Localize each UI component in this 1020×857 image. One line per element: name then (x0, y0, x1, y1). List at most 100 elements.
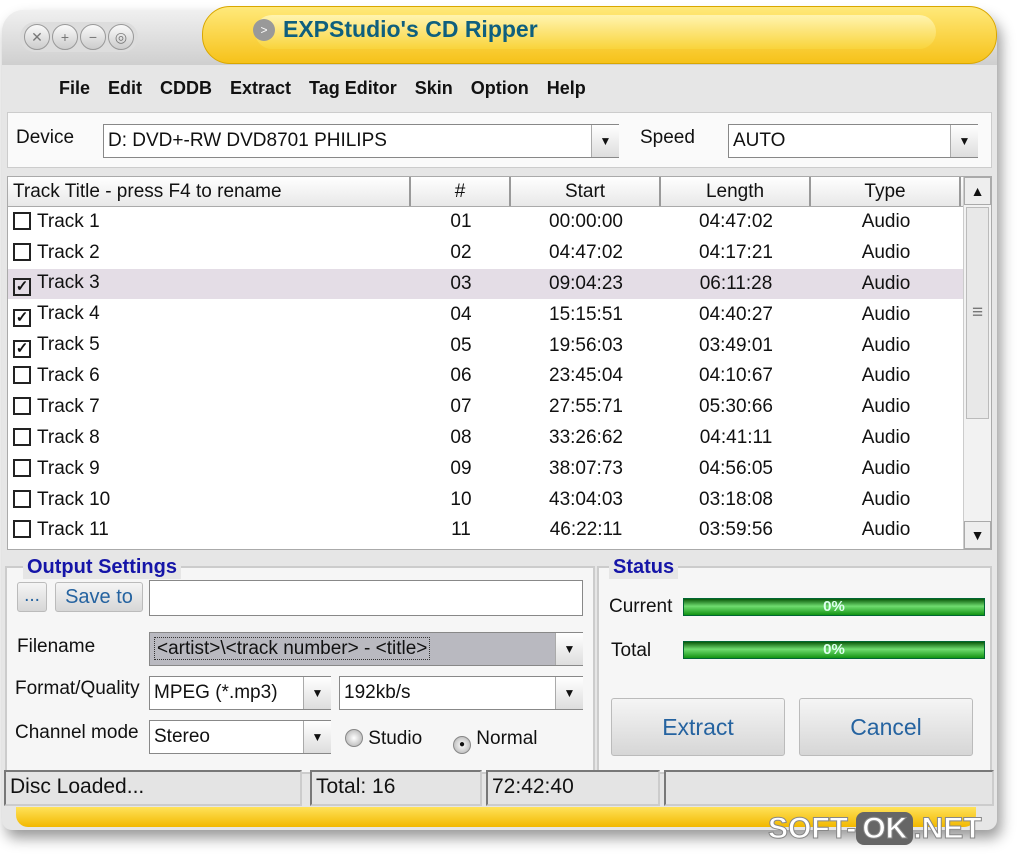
menu-skin[interactable]: Skin (406, 78, 462, 99)
scroll-thumb[interactable]: ≡ (966, 207, 989, 419)
track-length: 04:40:27 (699, 303, 773, 325)
chevron-down-icon[interactable]: ▼ (591, 125, 619, 157)
filename-value: <artist>\<track number> - <title> (154, 637, 431, 660)
track-number: 02 (450, 242, 472, 264)
table-row[interactable]: Track 8 08 33:26:62 04:41:11 Audio (8, 423, 991, 454)
status-title: Status (609, 556, 679, 579)
checkbox-icon[interactable] (13, 489, 31, 508)
chevron-down-icon[interactable]: ▼ (555, 677, 583, 709)
maximize-icon[interactable]: + (52, 24, 78, 50)
track-type: Audio (861, 242, 911, 264)
chevron-down-icon[interactable]: ▼ (303, 721, 331, 753)
table-header: Track Title - press F4 to rename # Start… (8, 177, 991, 207)
table-body: Track 1 01 00:00:00 04:47:02 Audio Track … (8, 207, 991, 546)
checkbox-icon[interactable] (13, 212, 31, 231)
extract-button[interactable]: Extract (611, 698, 785, 756)
track-title-text: Track 4 (37, 302, 100, 324)
scrollbar[interactable]: ▲ ≡ ▼ (963, 177, 991, 549)
menu-extract[interactable]: Extract (221, 78, 300, 99)
track-title-text: Track 3 (37, 271, 100, 293)
filename-select[interactable]: <artist>\<track number> - <title> ▼ (149, 632, 583, 666)
col-type[interactable]: Type (811, 177, 961, 206)
speed-select[interactable]: AUTO ▼ (728, 124, 978, 158)
track-start: 33:26:62 (549, 426, 623, 448)
track-length: 05:30:66 (699, 396, 773, 418)
track-title: Track 10 (8, 489, 411, 511)
checkbox-checked-icon[interactable]: ✓ (13, 277, 31, 296)
track-title-text: Track 11 (37, 519, 109, 541)
browse-button[interactable]: ... (17, 582, 47, 612)
track-title: Track 11 (8, 519, 411, 541)
menu-file[interactable]: File (50, 78, 99, 99)
track-title: Track 6 (8, 365, 411, 387)
col-start[interactable]: Start (511, 177, 661, 206)
table-row[interactable]: Track 2 02 04:47:02 04:17:21 Audio (8, 238, 991, 269)
channel-select[interactable]: Stereo ▼ (149, 720, 331, 754)
checkbox-icon[interactable] (13, 427, 31, 446)
track-type: Audio (861, 211, 911, 233)
table-row[interactable]: Track 7 07 27:55:71 05:30:66 Audio (8, 392, 991, 423)
track-type: Audio (861, 519, 911, 541)
table-row[interactable]: Track 1 01 00:00:00 04:47:02 Audio (8, 207, 991, 238)
track-type: Audio (861, 396, 911, 418)
checkbox-icon[interactable] (13, 458, 31, 477)
quality-select[interactable]: 192kb/s ▼ (339, 676, 583, 710)
col-length[interactable]: Length (661, 177, 811, 206)
track-length: 03:49:01 (699, 334, 773, 356)
status-panel: Status Current 0% Total 0% Extract Cance… (597, 556, 992, 774)
menu-help[interactable]: Help (538, 78, 595, 99)
save-path-input[interactable] (149, 580, 583, 616)
col-title[interactable]: Track Title - press F4 to rename (8, 177, 411, 206)
menu-edit[interactable]: Edit (99, 78, 151, 99)
track-length: 04:41:11 (699, 426, 773, 448)
track-title: Track 8 (8, 427, 411, 449)
table-row[interactable]: Track 10 10 43:04:03 03:18:08 Audio (8, 484, 991, 515)
table-row[interactable]: Track 9 09 38:07:73 04:56:05 Audio (8, 453, 991, 484)
track-title: Track 9 (8, 458, 411, 480)
menu-tag-editor[interactable]: Tag Editor (300, 78, 406, 99)
chevron-down-icon[interactable]: ▼ (303, 677, 331, 709)
cancel-button[interactable]: Cancel (799, 698, 973, 756)
track-length: 03:59:56 (699, 519, 773, 541)
track-start: 00:00:00 (549, 211, 623, 233)
table-row[interactable]: Track 11 11 46:22:11 03:59:56 Audio (8, 515, 991, 546)
scroll-up-icon[interactable]: ▲ (964, 177, 991, 205)
close-icon[interactable]: ✕ (24, 24, 50, 50)
title-bar: ✕ + − ◎ > EXPStudio's CD Ripper (2, 6, 997, 65)
checkbox-checked-icon[interactable]: ✓ (13, 339, 31, 358)
checkbox-icon[interactable] (13, 397, 31, 416)
channel-value: Stereo (154, 726, 210, 747)
table-row[interactable]: ✓ Track 4 04 15:15:51 04:40:27 Audio (8, 299, 991, 330)
checkbox-icon[interactable] (13, 520, 31, 539)
play-icon[interactable]: > (253, 19, 275, 41)
device-select[interactable]: D: DVD+-RW DVD8701 PHILIPS ▼ (103, 124, 619, 158)
minimize-icon[interactable]: − (80, 24, 106, 50)
chevron-down-icon[interactable]: ▼ (555, 633, 583, 665)
table-row[interactable]: ✓ Track 3 03 09:04:23 06:11:28 Audio (8, 268, 991, 300)
menu-cddb[interactable]: CDDB (151, 78, 221, 99)
scroll-down-icon[interactable]: ▼ (964, 521, 991, 549)
track-table: Track Title - press F4 to rename # Start… (7, 176, 992, 550)
normal-radio[interactable]: ● Normal (453, 728, 538, 754)
watermark-text: SOFT- (767, 812, 857, 846)
restore-icon[interactable]: ◎ (108, 24, 134, 50)
checkbox-icon[interactable] (13, 366, 31, 385)
studio-radio[interactable]: Studio (345, 728, 422, 750)
radio-off-icon[interactable] (345, 729, 363, 747)
chevron-down-icon[interactable]: ▼ (950, 125, 978, 157)
menu-option[interactable]: Option (462, 78, 538, 99)
total-label: Total (611, 640, 652, 661)
checkbox-checked-icon[interactable]: ✓ (13, 308, 31, 327)
checkbox-icon[interactable] (13, 243, 31, 262)
format-select[interactable]: MPEG (*.mp3) ▼ (149, 676, 331, 710)
track-title-text: Track 2 (37, 242, 100, 264)
radio-on-icon[interactable]: ● (453, 736, 471, 754)
track-length: 04:17:21 (699, 242, 773, 264)
table-row[interactable]: ✓ Track 5 05 19:56:03 03:49:01 Audio (8, 330, 991, 361)
current-progress: 0% (683, 598, 985, 616)
track-start: 09:04:23 (549, 272, 623, 294)
output-settings-panel: Output Settings ... Save to Filename <ar… (5, 556, 595, 774)
table-row[interactable]: Track 6 06 23:45:04 04:10:67 Audio (8, 361, 991, 392)
col-number[interactable]: # (411, 177, 511, 206)
save-to-button[interactable]: Save to (55, 582, 143, 612)
